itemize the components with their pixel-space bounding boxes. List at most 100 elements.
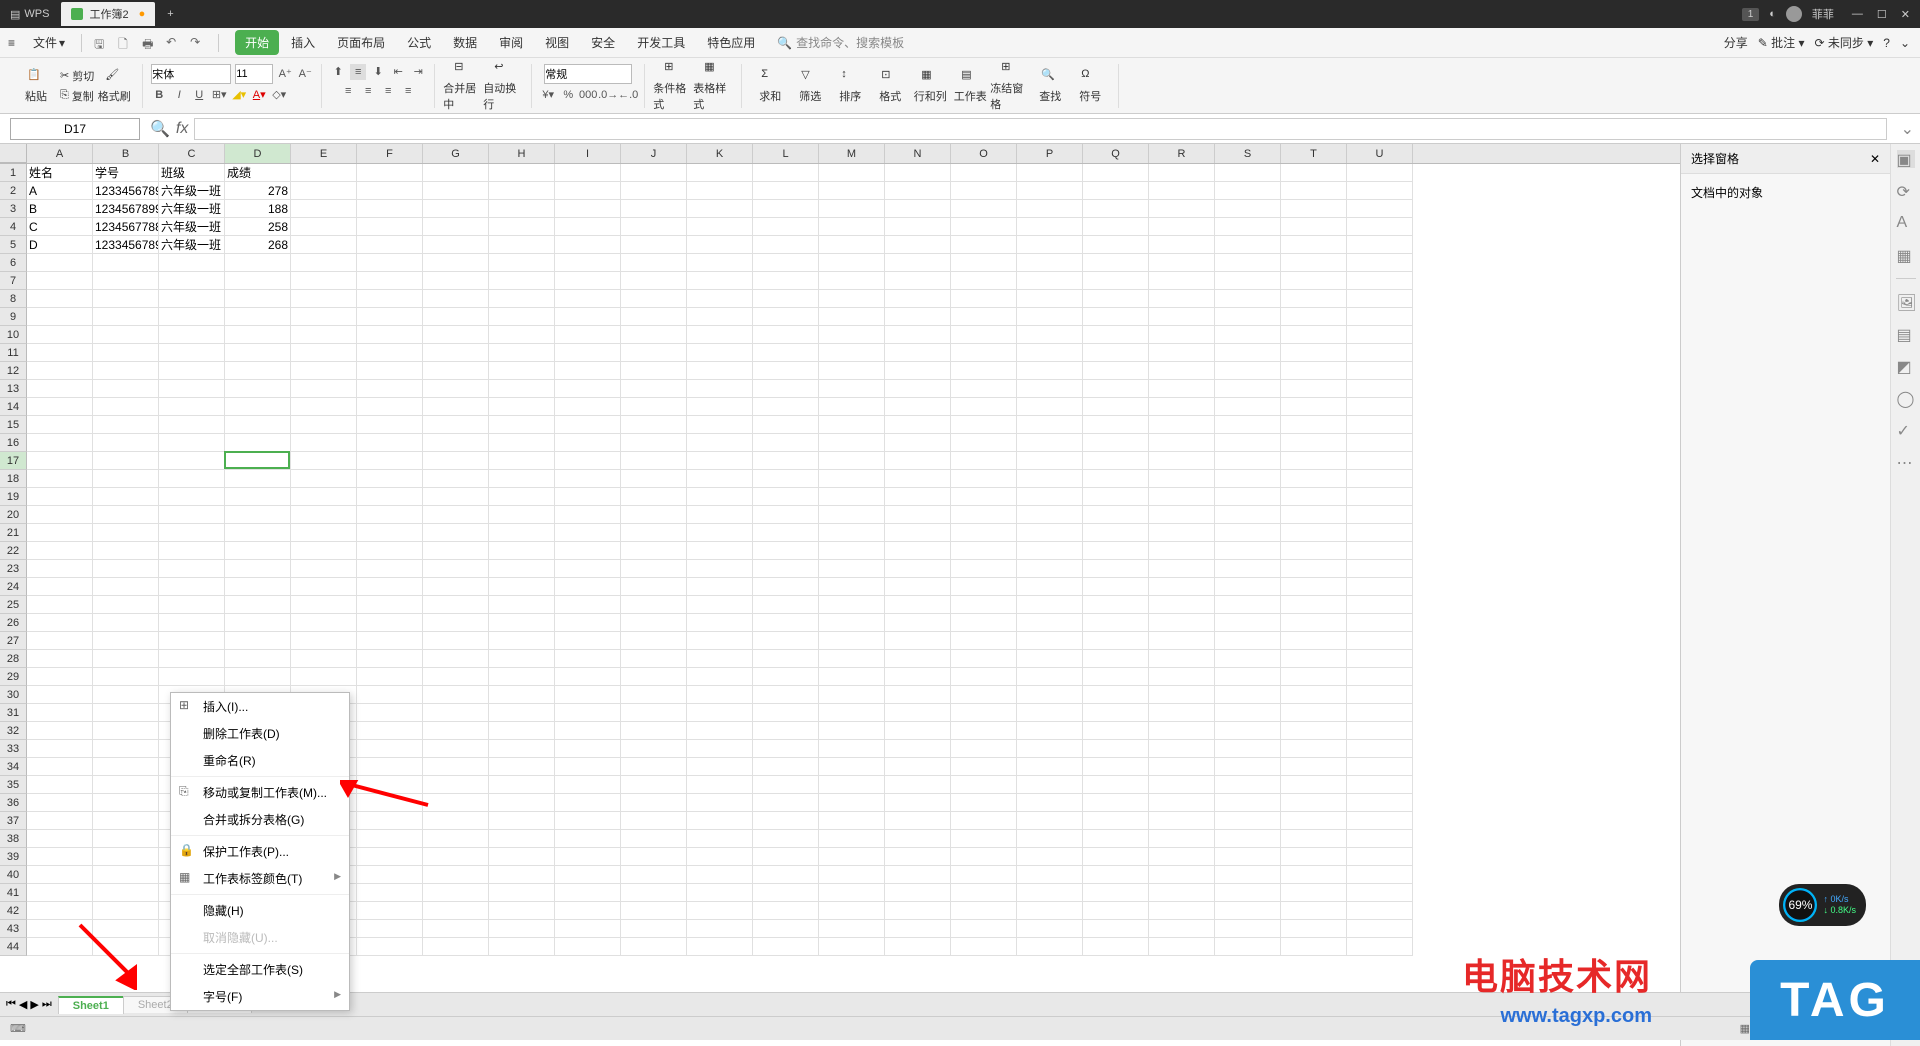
name-box[interactable]	[10, 118, 140, 140]
cell[interactable]	[819, 614, 885, 632]
cell[interactable]	[819, 776, 885, 794]
cell[interactable]: 六年级一班	[159, 200, 225, 218]
cell[interactable]	[423, 830, 489, 848]
cell[interactable]	[555, 560, 621, 578]
cell[interactable]	[1017, 416, 1083, 434]
cell[interactable]	[1281, 200, 1347, 218]
cell[interactable]	[1017, 326, 1083, 344]
cell[interactable]	[291, 164, 357, 182]
cell[interactable]	[885, 164, 951, 182]
cell[interactable]	[489, 524, 555, 542]
cell[interactable]	[1347, 542, 1413, 560]
cell[interactable]	[885, 650, 951, 668]
cell[interactable]	[1215, 542, 1281, 560]
cell[interactable]	[423, 938, 489, 956]
cell[interactable]	[621, 290, 687, 308]
cell[interactable]	[885, 596, 951, 614]
cell[interactable]	[687, 542, 753, 560]
cell[interactable]	[951, 578, 1017, 596]
cell[interactable]	[1281, 776, 1347, 794]
cell[interactable]	[27, 560, 93, 578]
row-header[interactable]: 15	[0, 416, 27, 434]
cell[interactable]	[1149, 542, 1215, 560]
cell[interactable]: 六年级一班	[159, 218, 225, 236]
cell[interactable]	[225, 560, 291, 578]
cell[interactable]	[885, 524, 951, 542]
cell[interactable]	[159, 614, 225, 632]
cell[interactable]	[819, 398, 885, 416]
cell[interactable]	[621, 398, 687, 416]
cell[interactable]	[621, 308, 687, 326]
cell[interactable]	[1215, 776, 1281, 794]
cell[interactable]	[1281, 236, 1347, 254]
cell[interactable]	[621, 272, 687, 290]
cell[interactable]	[489, 452, 555, 470]
cell[interactable]	[291, 560, 357, 578]
row-header[interactable]: 37	[0, 812, 27, 830]
cell[interactable]: 1233456789	[93, 236, 159, 254]
cell[interactable]	[621, 830, 687, 848]
cell[interactable]	[27, 866, 93, 884]
cell[interactable]	[357, 434, 423, 452]
cell[interactable]	[621, 380, 687, 398]
cell[interactable]	[423, 470, 489, 488]
cell[interactable]	[555, 542, 621, 560]
cell[interactable]	[885, 866, 951, 884]
cell[interactable]	[555, 434, 621, 452]
check-icon[interactable]: ✓	[1897, 421, 1915, 439]
italic-icon[interactable]: I	[171, 87, 187, 103]
cell[interactable]	[819, 416, 885, 434]
cell[interactable]	[621, 506, 687, 524]
cell[interactable]	[951, 290, 1017, 308]
cell[interactable]	[1215, 596, 1281, 614]
cell[interactable]	[951, 380, 1017, 398]
cell[interactable]	[225, 542, 291, 560]
cell[interactable]	[1215, 830, 1281, 848]
row-header[interactable]: 41	[0, 884, 27, 902]
cell[interactable]	[423, 524, 489, 542]
cell[interactable]	[1347, 650, 1413, 668]
cell[interactable]	[555, 938, 621, 956]
cell[interactable]	[1281, 380, 1347, 398]
cell[interactable]	[423, 290, 489, 308]
cell[interactable]	[1149, 740, 1215, 758]
cell[interactable]	[1281, 596, 1347, 614]
cm-merge-split[interactable]: 合并或拆分表格(G)	[171, 806, 349, 833]
cell[interactable]	[555, 416, 621, 434]
col-header[interactable]: B	[93, 144, 159, 163]
cell[interactable]	[687, 830, 753, 848]
cell[interactable]	[819, 560, 885, 578]
cell[interactable]	[225, 452, 291, 470]
cell[interactable]	[1347, 182, 1413, 200]
cell[interactable]	[423, 434, 489, 452]
cell[interactable]	[357, 686, 423, 704]
cell[interactable]	[27, 686, 93, 704]
increase-indent-icon[interactable]: ⇥	[410, 64, 426, 80]
cell[interactable]	[819, 164, 885, 182]
col-header[interactable]: J	[621, 144, 687, 163]
cell[interactable]	[1347, 164, 1413, 182]
cell[interactable]	[1281, 704, 1347, 722]
cell[interactable]	[291, 182, 357, 200]
cell[interactable]	[489, 686, 555, 704]
cell[interactable]	[1149, 488, 1215, 506]
cell[interactable]	[885, 470, 951, 488]
cell[interactable]	[1347, 632, 1413, 650]
cell[interactable]	[27, 722, 93, 740]
cell[interactable]	[687, 398, 753, 416]
cell[interactable]	[1017, 362, 1083, 380]
cell[interactable]	[819, 524, 885, 542]
skin-icon[interactable]: ◐	[1769, 8, 1776, 20]
cell[interactable]	[819, 740, 885, 758]
cell[interactable]	[423, 884, 489, 902]
cell[interactable]	[27, 614, 93, 632]
cell[interactable]	[423, 758, 489, 776]
row-header[interactable]: 12	[0, 362, 27, 380]
clear-format-icon[interactable]: ◇▾	[271, 87, 287, 103]
cell[interactable]	[753, 884, 819, 902]
cell[interactable]	[93, 434, 159, 452]
cell[interactable]	[1083, 452, 1149, 470]
row-header[interactable]: 18	[0, 470, 27, 488]
cell[interactable]	[1215, 182, 1281, 200]
cell[interactable]	[1083, 884, 1149, 902]
